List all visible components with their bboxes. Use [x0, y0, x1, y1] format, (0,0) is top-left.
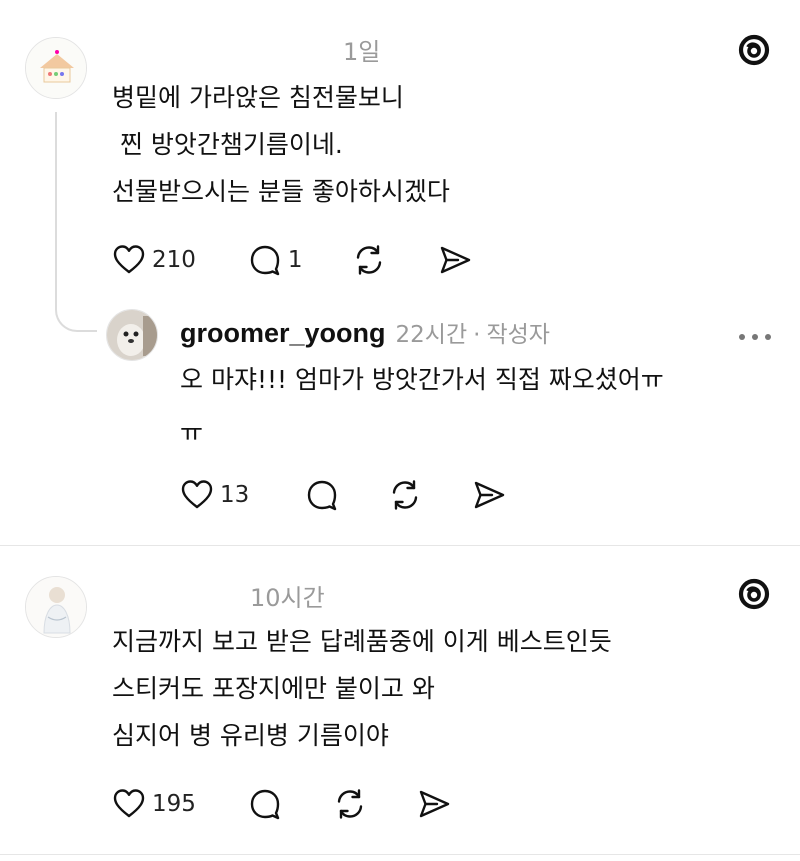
reply-header: groomer_yoong 22시간 · 작성자: [180, 315, 550, 349]
comment-line: 병밑에 가라앉은 침전물보니: [112, 83, 404, 112]
comment-time: 10시간: [250, 584, 325, 612]
author-badge: 작성자: [486, 322, 550, 348]
like-button[interactable]: 210: [112, 243, 196, 277]
avatar-image: [26, 38, 86, 98]
speech-bubble-icon: [308, 480, 337, 511]
share-button[interactable]: [471, 477, 507, 513]
comment-line: 지금까지 보고 받은 답례품중에 이게 베스트인듯: [112, 627, 612, 656]
comment-body: 지금까지 보고 받은 답례품중에 이게 베스트인듯 스티커도 포장지에만 붙이고…: [112, 618, 612, 759]
avatar-image: [107, 310, 157, 360]
comment-line: 찐 방앗간챔기름이네.: [112, 130, 343, 159]
like-button[interactable]: 13: [180, 478, 249, 512]
comment-line: 스티커도 포장지에만 붙이고 와: [112, 674, 435, 703]
repost-button[interactable]: [351, 242, 387, 278]
like-count: 195: [152, 791, 196, 817]
reply-line: ㅠ: [180, 418, 204, 447]
avatar[interactable]: [106, 309, 158, 361]
more-icon[interactable]: [737, 327, 773, 346]
reply-body: 오 마쟈!!! 엄마가 방앗간가서 직접 짜오셨어ㅠ ㅠ: [180, 356, 664, 456]
send-icon: [475, 481, 505, 509]
like-count: 13: [220, 482, 250, 508]
speech-bubble-icon: [250, 245, 280, 276]
divider: [0, 545, 800, 546]
reply-count: 1: [287, 247, 303, 273]
heart-icon: [181, 480, 213, 509]
comment-line: 심지어 병 유리병 기름이야: [112, 721, 389, 750]
share-button[interactable]: [437, 242, 473, 278]
reply-button[interactable]: [305, 478, 339, 512]
avatar[interactable]: [25, 576, 87, 638]
username[interactable]: groomer_yoong: [180, 318, 386, 349]
avatar-image: [26, 577, 86, 637]
threads-logo-icon[interactable]: [736, 32, 772, 72]
heart-icon: [113, 789, 145, 818]
comment-time: 1일: [343, 38, 381, 66]
reply-button[interactable]: [248, 787, 282, 821]
repost-icon: [356, 245, 381, 275]
reply-actions: 13: [180, 477, 507, 513]
repost-button[interactable]: [387, 477, 423, 513]
repost-icon: [393, 480, 418, 510]
reply-button[interactable]: 1: [248, 243, 303, 277]
heart-icon: [113, 245, 145, 274]
like-button[interactable]: 195: [112, 787, 196, 821]
speech-bubble-icon: [250, 789, 280, 820]
send-icon: [440, 246, 470, 274]
like-count: 210: [152, 247, 196, 273]
comment-actions: 210 1: [112, 242, 473, 278]
reply-time: 22시간: [395, 322, 468, 348]
meta-separator: ·: [473, 322, 481, 348]
avatar[interactable]: [25, 37, 87, 99]
repost-button[interactable]: [332, 786, 368, 822]
share-button[interactable]: [416, 786, 452, 822]
thread-connector: [55, 112, 97, 332]
threads-logo-icon[interactable]: [736, 576, 772, 616]
comment-actions: 195: [112, 786, 452, 822]
send-icon: [419, 790, 450, 818]
repost-icon: [337, 789, 363, 819]
comment-line: 선물받으시는 분들 좋아하시겠다: [112, 177, 450, 206]
comment-body: 병밑에 가라앉은 침전물보니 찐 방앗간챔기름이네. 선물받으시는 분들 좋아하…: [112, 74, 450, 215]
divider: [0, 854, 800, 855]
reply-line: 오 마쟈!!! 엄마가 방앗간가서 직접 짜오셨어ㅠ: [180, 365, 664, 394]
